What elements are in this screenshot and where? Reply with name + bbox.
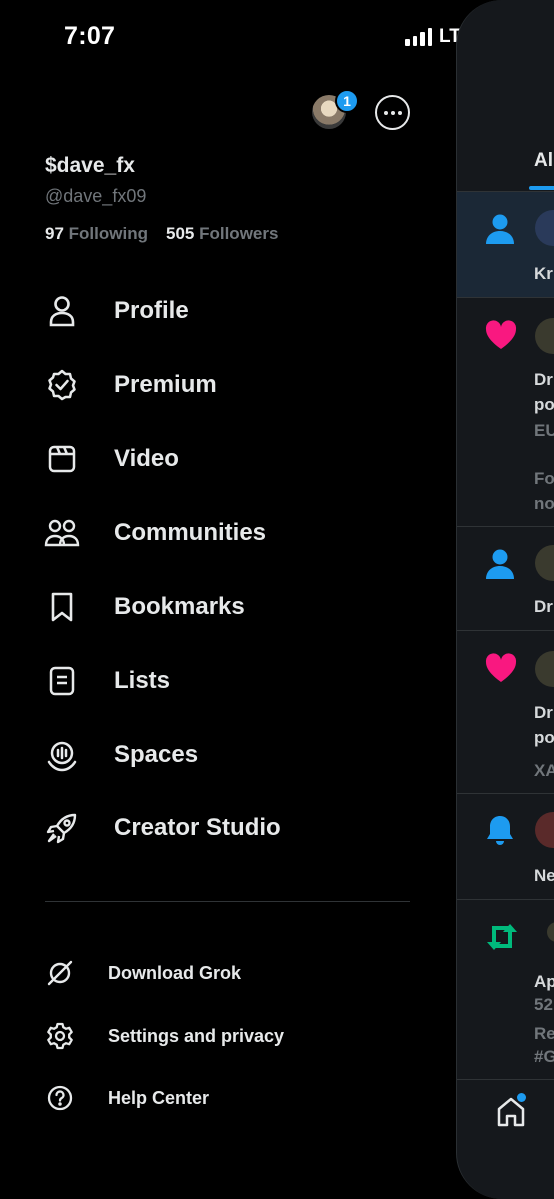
row-text: po xyxy=(534,395,554,414)
notification-badge: 1 xyxy=(335,89,359,113)
notification-row[interactable]: Ne xyxy=(457,794,554,900)
menu-divider xyxy=(45,901,410,902)
avatar[interactable] xyxy=(547,922,554,942)
retweet-icon xyxy=(487,924,517,950)
bookmark-icon xyxy=(44,589,80,625)
timeline-panel[interactable]: Al Kr Dr po EU Fo no Dr Dr xyxy=(456,0,554,1199)
help-icon xyxy=(45,1083,75,1113)
status-time: 7:07 xyxy=(64,22,116,50)
row-text: Dr xyxy=(534,703,553,722)
menu-label: Premium xyxy=(114,371,217,398)
person-icon xyxy=(486,214,514,244)
notification-row[interactable]: Ap 52 Re #G xyxy=(457,900,554,1079)
unread-dot xyxy=(517,1093,526,1102)
menu-item-video[interactable]: Video xyxy=(44,437,179,481)
video-icon xyxy=(44,441,80,477)
more-options-button[interactable] xyxy=(375,95,410,130)
menu-label: Spaces xyxy=(114,741,199,768)
row-text: po xyxy=(534,728,554,747)
menu-item-premium[interactable]: Premium xyxy=(44,363,217,407)
menu-label: Communities xyxy=(114,519,267,546)
menu-item-profile[interactable]: Profile xyxy=(44,289,189,333)
row-text: Re xyxy=(534,1024,554,1043)
menu-item-lists[interactable]: Lists xyxy=(44,659,170,703)
notification-row[interactable]: Kr xyxy=(457,192,554,298)
menu-item-spaces[interactable]: Spaces xyxy=(44,733,198,777)
notification-row[interactable]: Dr po XA xyxy=(457,631,554,794)
menu-item-bookmarks[interactable]: Bookmarks xyxy=(44,585,245,629)
row-text: #G xyxy=(534,1047,554,1066)
person-icon xyxy=(44,293,80,329)
row-text: no xyxy=(534,494,554,513)
bell-icon xyxy=(487,816,513,845)
row-text: Dr xyxy=(534,597,553,616)
menu-item-creator-studio[interactable]: Creator Studio xyxy=(44,806,281,850)
row-text: 52 xyxy=(534,995,553,1014)
menu-item-settings[interactable]: Settings and privacy xyxy=(45,1020,284,1052)
rocket-icon xyxy=(44,810,80,846)
grok-icon xyxy=(45,958,75,988)
menu-item-download-grok[interactable]: Download Grok xyxy=(45,957,241,989)
notification-row[interactable]: Dr po EU Fo no xyxy=(457,298,554,527)
follow-stats: 97 Following 505 Followers xyxy=(45,224,278,244)
followers-link[interactable]: 505 Followers xyxy=(166,224,278,244)
heart-icon xyxy=(485,320,517,349)
heart-icon xyxy=(485,653,517,682)
row-text: Kr xyxy=(534,264,553,283)
row-text: Ap xyxy=(534,972,554,991)
row-text: Fo xyxy=(534,469,554,488)
tab-all[interactable]: Al xyxy=(534,150,553,172)
menu-label: Help Center xyxy=(108,1087,210,1108)
menu-item-help-center[interactable]: Help Center xyxy=(45,1082,209,1114)
row-text: Dr xyxy=(534,370,553,389)
following-link[interactable]: 97 Following xyxy=(45,224,148,244)
handle: @dave_fx09 xyxy=(45,186,147,206)
avatar[interactable] xyxy=(535,651,554,687)
row-text: EU xyxy=(534,421,554,440)
avatar[interactable] xyxy=(535,210,554,246)
menu-label: Bookmarks xyxy=(114,593,245,620)
tab-bar-divider xyxy=(457,1079,554,1080)
menu-label: Lists xyxy=(114,667,171,694)
communities-icon xyxy=(44,515,80,551)
menu-item-communities[interactable]: Communities xyxy=(44,511,266,555)
avatar[interactable] xyxy=(535,812,554,848)
menu-label: Download Grok xyxy=(108,962,242,983)
display-name[interactable]: $dave_fx xyxy=(45,154,135,178)
spaces-icon xyxy=(44,737,80,773)
menu-label: Profile xyxy=(114,297,189,324)
signal-icon xyxy=(405,28,432,46)
menu-label: Video xyxy=(114,445,179,472)
row-text: XA xyxy=(534,761,554,780)
verified-badge-icon xyxy=(44,367,80,403)
row-text: Ne xyxy=(534,866,554,885)
person-icon xyxy=(486,549,514,579)
tab-indicator xyxy=(529,186,554,190)
menu-label: Creator Studio xyxy=(114,814,281,841)
avatar[interactable] xyxy=(535,545,554,581)
menu-label: Settings and privacy xyxy=(108,1025,285,1046)
screen: 7:07 LTE Al Kr Dr po EU Fo no xyxy=(0,0,554,1199)
gear-icon xyxy=(45,1021,75,1051)
avatar[interactable] xyxy=(535,318,554,354)
notification-row[interactable]: Dr xyxy=(457,527,554,631)
lists-icon xyxy=(44,663,80,699)
